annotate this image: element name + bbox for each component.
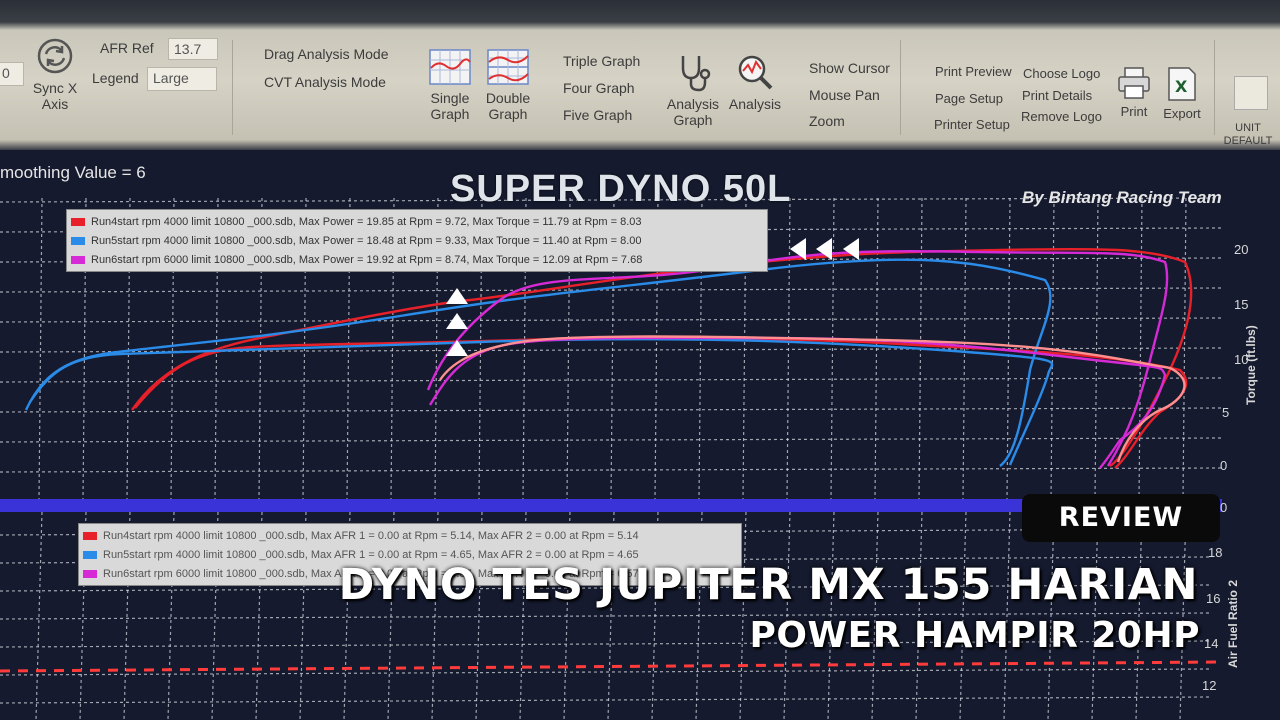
grid-line xyxy=(0,317,1223,323)
legend-row-run4: Run4start rpm 4000 limit 10800 _000.sdb,… xyxy=(71,212,763,231)
byline: By Bintang Racing Team xyxy=(1022,188,1222,207)
afr-tick: 14 xyxy=(1204,636,1219,651)
torque-legend: Run4start rpm 4000 limit 10800 _000.sdb,… xyxy=(66,209,768,272)
grid-line xyxy=(0,407,1223,413)
legend-text: Run6start rpm 6000 limit 10800 _000.sdb,… xyxy=(91,253,643,266)
afr-tick: 16 xyxy=(1206,591,1221,606)
afr-tick: 0 xyxy=(1220,500,1228,515)
up-arrow-marker xyxy=(446,288,468,304)
legend-row-run6: Run6start rpm 6000 limit 10800 _000.sdb,… xyxy=(71,250,763,269)
smoothing-value-label: moothing Value = 6 xyxy=(0,163,146,182)
torque-tick: 0 xyxy=(1220,458,1228,473)
torque-tick: 20 xyxy=(1234,242,1249,257)
grid-line xyxy=(874,197,879,500)
run6-power-curve xyxy=(426,250,1169,467)
grid-line xyxy=(0,377,1223,383)
run5-torque-curve xyxy=(29,337,1054,466)
left-arrow-marker xyxy=(790,238,806,260)
legend-row-run4: Run4start rpm 4000 limit 10800 _000.sdb,… xyxy=(83,526,737,545)
afr-tick: 12 xyxy=(1202,678,1217,693)
legend-swatch-run5 xyxy=(71,236,85,245)
legend-swatch-run4 xyxy=(71,217,85,226)
dyno-curves xyxy=(24,247,1193,469)
grid-line xyxy=(0,696,1211,704)
legend-swatch-run4 xyxy=(83,531,97,540)
legend-swatch-run6 xyxy=(83,569,97,578)
legend-swatch-run5 xyxy=(83,550,97,559)
legend-swatch-run6 xyxy=(71,255,85,264)
legend-text: Run4start rpm 4000 limit 10800 _000.sdb,… xyxy=(103,529,639,542)
video-subheadline: POWER HAMPIR 20HP xyxy=(749,615,1200,656)
left-arrow-marker xyxy=(816,238,832,260)
video-headline: DYNO TES JUPITER MX 155 HARIAN xyxy=(338,560,1198,610)
legend-text: Run4start rpm 4000 limit 10800 _000.sdb,… xyxy=(91,215,642,228)
dyno-plot-area[interactable] xyxy=(0,0,1280,720)
legend-text: Run5start rpm 4000 limit 10800 _000.sdb,… xyxy=(91,234,642,247)
legend-row-run5: Run5start rpm 4000 limit 10800 _000.sdb,… xyxy=(71,231,763,250)
torque-tick: 15 xyxy=(1234,297,1249,312)
grid-line xyxy=(1094,197,1099,500)
afr-axis-label: Air Fuel Ratio 2 xyxy=(1226,579,1240,668)
afr-tick: 18 xyxy=(1208,545,1223,560)
torque-tick: 5 xyxy=(1222,405,1230,420)
dyno-title: SUPER DYNO 50L xyxy=(450,168,792,210)
review-badge: REVIEW xyxy=(1022,494,1220,542)
grid-line xyxy=(35,511,43,720)
torque-axis-label: Torque (ft.lbs) xyxy=(1244,325,1258,405)
up-arrow-marker xyxy=(446,313,468,329)
grid-line xyxy=(38,197,43,500)
up-arrow-marker xyxy=(446,340,468,356)
left-arrow-marker xyxy=(843,238,859,260)
legend-text: Run5start rpm 4000 limit 10800 _000.sdb,… xyxy=(103,548,639,561)
run6-torque-curve xyxy=(428,336,1167,469)
